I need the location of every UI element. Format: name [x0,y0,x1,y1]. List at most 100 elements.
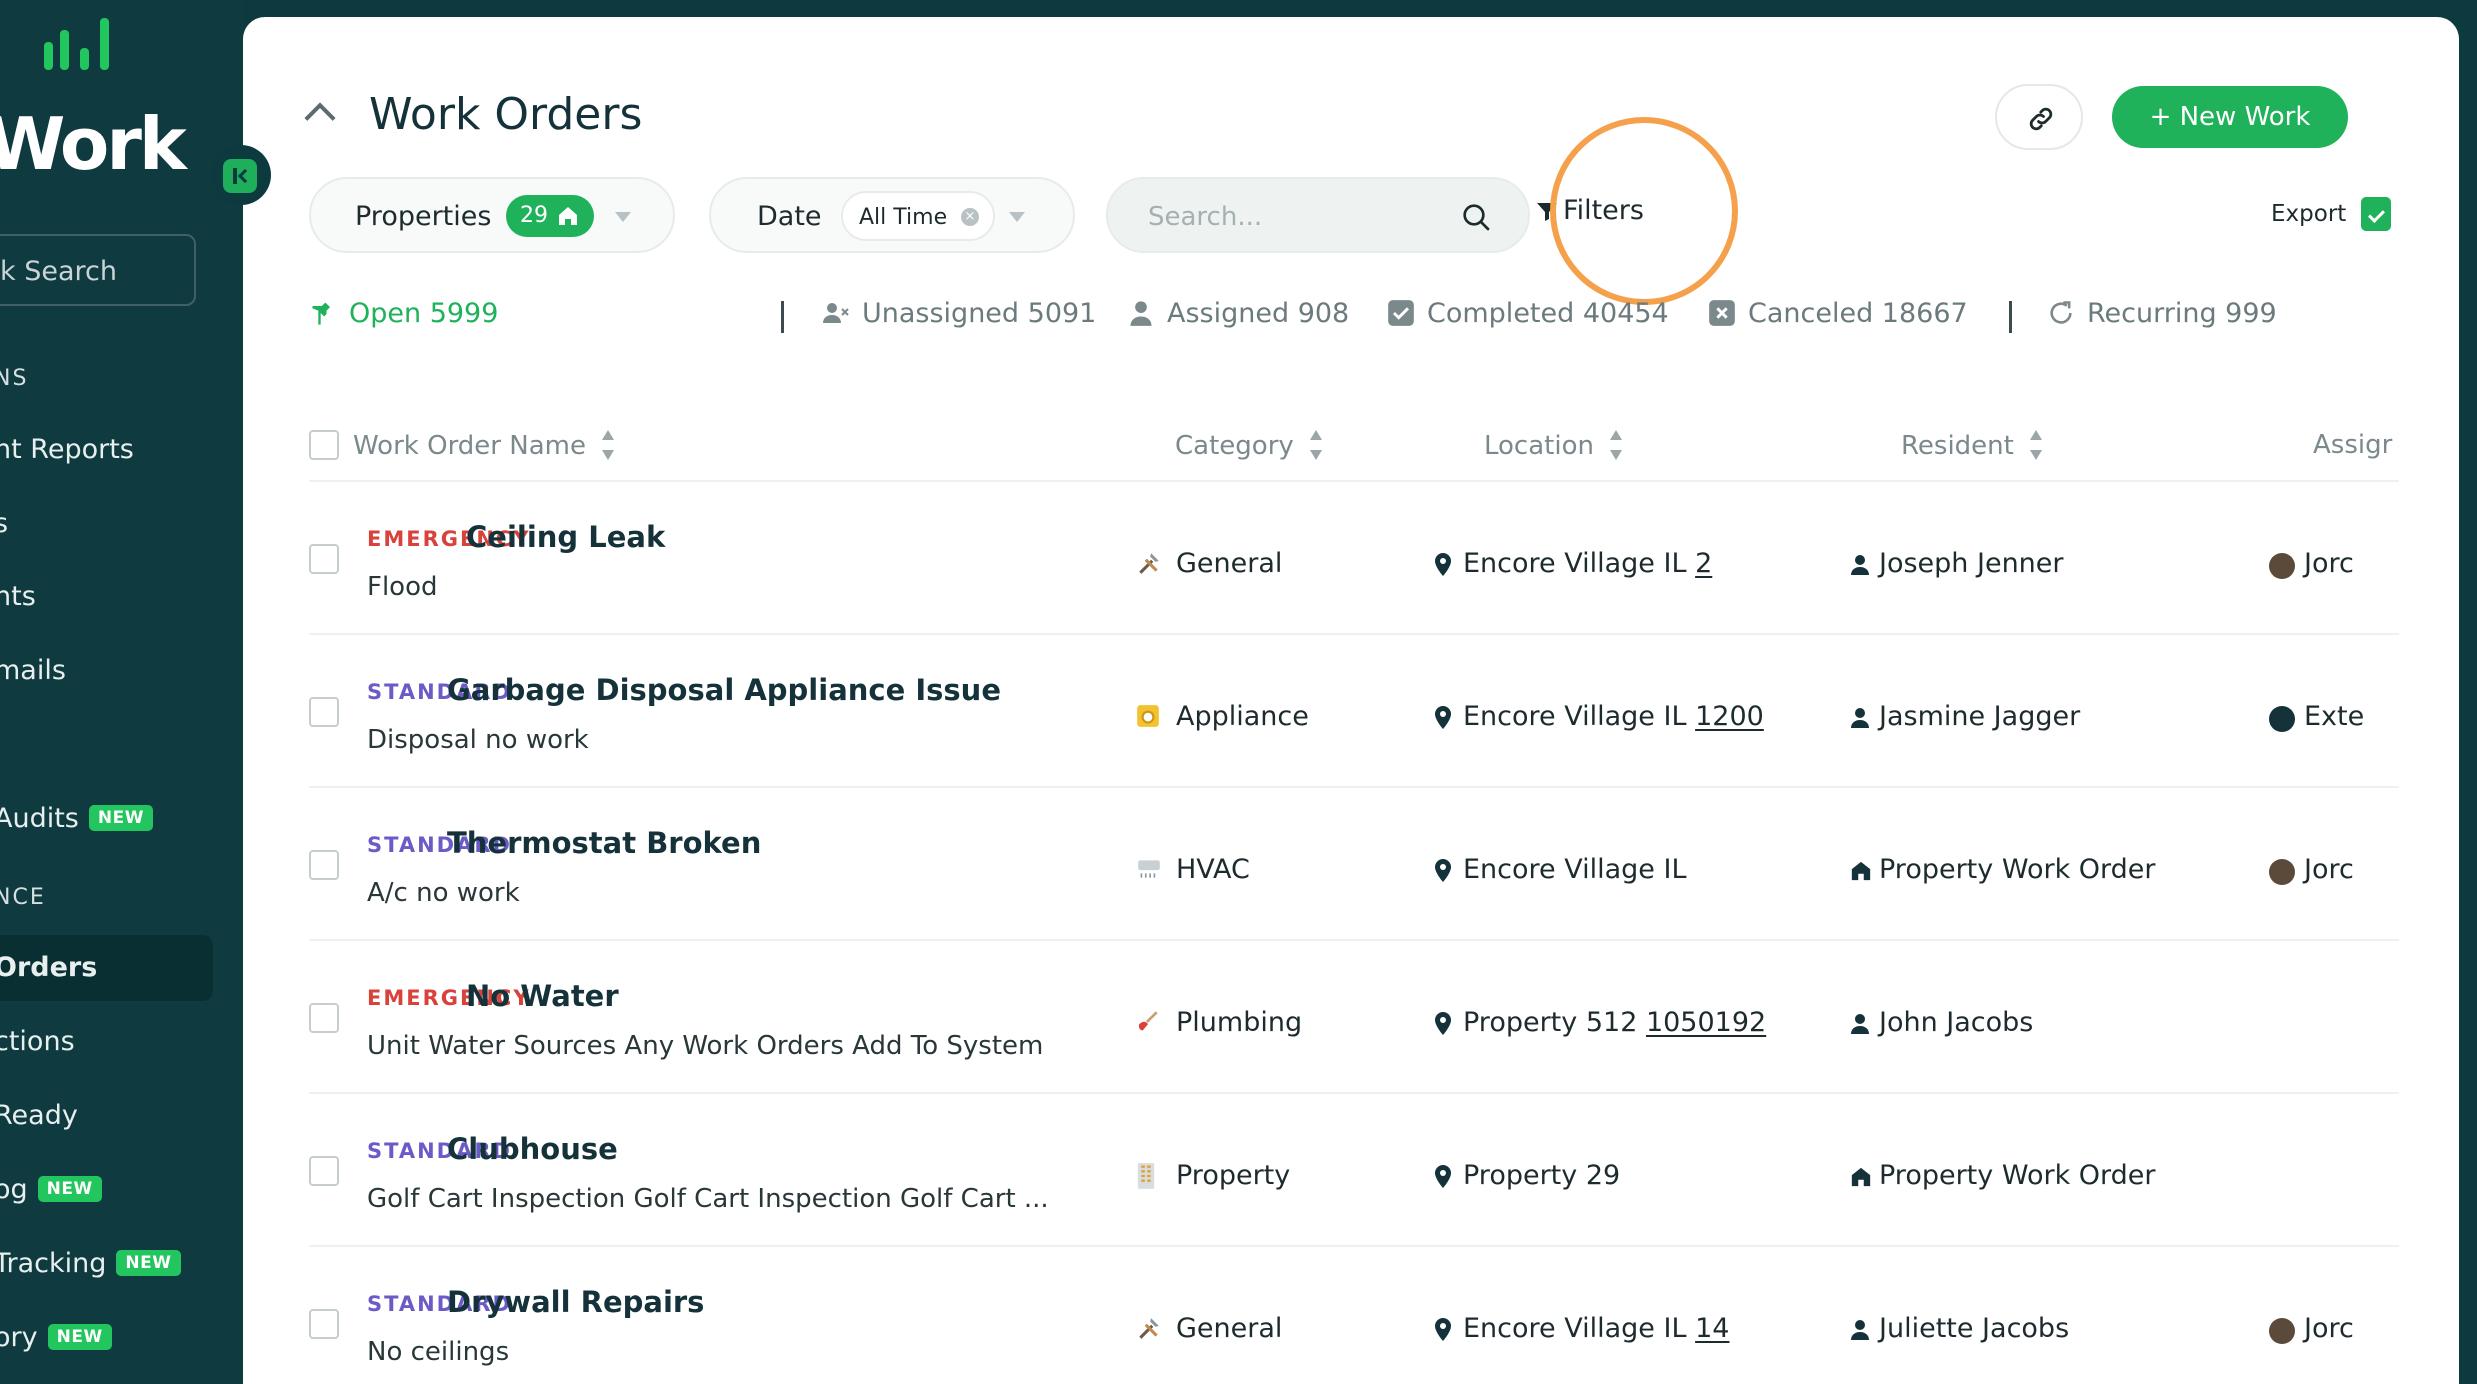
sidebar-item-tracking[interactable]: Tracking NEW [0,1248,181,1279]
date-filter[interactable]: Date All Time × [709,177,1075,253]
check-square-icon [1388,300,1414,326]
unit-link[interactable]: 1200 [1695,701,1764,732]
work-order-name[interactable]: Drywall Repairs [447,1285,704,1319]
work-order-name[interactable]: Clubhouse [447,1132,618,1166]
resident-cell: Jasmine Jagger [1851,701,2080,732]
column-header-resident[interactable]: Resident [1901,430,2042,461]
avatar [2269,706,2295,732]
sidebar-section: NCE [0,885,46,910]
sidebar-item-audits[interactable]: Audits NEW [0,803,153,834]
work-order-name[interactable]: Garbage Disposal Appliance Issue [447,673,1001,707]
row-checkbox[interactable] [309,1003,339,1033]
sidebar-item-inspections[interactable]: ctions [0,1026,75,1057]
table-row[interactable]: STANDARD Drywall Repairs No ceilings Gen… [309,1247,2399,1384]
tab-completed[interactable]: Completed 40454 [1387,298,1669,329]
tab-unassigned[interactable]: Unassigned 5091 [822,298,1096,329]
work-order-name[interactable]: Ceiling Leak [466,520,665,554]
map-pin-icon [1435,1012,1451,1035]
location-name: Encore Village IL [1463,854,1687,885]
person-icon [1850,705,1870,736]
user-icon [1130,301,1152,326]
tab-open[interactable]: Open 5999 [309,298,498,329]
resident-name[interactable]: Juliette Jacobs [1879,1313,2069,1344]
tab-recurring[interactable]: Recurring 999 [2047,298,2277,329]
sidebar-collapse-button[interactable] [211,145,271,205]
properties-filter[interactable]: Properties 29 [309,177,675,253]
row-checkbox[interactable] [309,1156,339,1186]
work-order-name[interactable]: No Water [466,979,619,1013]
table-row[interactable]: EMERGENCY Ceiling Leak Flood General Enc… [309,482,2399,635]
sidebar-item-make-ready[interactable]: Ready [0,1100,78,1131]
sidebar-item-emails[interactable]: mails [0,655,66,686]
column-header-assignee[interactable]: Assigr [2313,430,2399,460]
location-cell: Encore Village IL 14 [1435,1313,1729,1344]
sidebar-item-inventory[interactable]: ory NEW [0,1322,112,1353]
sidebar-item-log[interactable]: og NEW [0,1174,102,1205]
resident-name[interactable]: Property Work Order [1879,1160,2156,1191]
map-pin-icon [1435,553,1451,576]
row-checkbox[interactable] [309,697,339,727]
table-row[interactable]: EMERGENCY No Water Unit Water Sources An… [309,941,2399,1094]
resident-name[interactable]: Property Work Order [1879,854,2156,885]
unit-link[interactable]: 2 [1695,548,1712,579]
column-header-location[interactable]: Location [1484,430,1622,461]
unit-link[interactable]: 14 [1695,1313,1729,1344]
person-icon [1850,552,1870,583]
category-label: General [1176,1313,1283,1344]
sidebar-item-s[interactable]: s [0,508,8,539]
search-input[interactable] [1148,199,1448,235]
search-icon[interactable] [1460,201,1492,233]
column-header-name[interactable]: Work Order Name [353,430,614,461]
sidebar-item-label: Tracking [0,1248,107,1279]
sort-icon [601,430,614,460]
chevron-up-icon[interactable] [304,102,336,134]
chevron-down-icon [1009,212,1025,222]
column-label: Resident [1901,431,2014,461]
search-box[interactable] [1106,177,1530,253]
export-icon[interactable] [2361,197,2391,231]
export-button[interactable]: Export [2271,201,2346,227]
assignee-name: Jorc [2304,854,2354,885]
tab-label: Completed 40454 [1427,298,1669,329]
date-value-chip[interactable]: All Time × [841,191,995,241]
user-x-icon [823,303,849,323]
plunger-icon [1135,1009,1161,1041]
tab-label: Unassigned 5091 [862,298,1097,329]
row-checkbox[interactable] [309,1309,339,1339]
logo: Work [0,102,187,186]
table-row[interactable]: STANDARD Clubhouse Golf Cart Inspection … [309,1094,2399,1247]
column-label: Location [1484,431,1594,461]
row-checkbox[interactable] [309,544,339,574]
copy-link-button[interactable] [1995,84,2083,150]
category-label: HVAC [1176,854,1250,885]
location-cell: Encore Village IL [1435,854,1687,885]
date-label: Date [757,201,822,232]
category-label: Plumbing [1176,1007,1303,1038]
row-checkbox[interactable] [309,850,339,880]
map-pin-icon [1435,859,1451,882]
resident-name[interactable]: Jasmine Jagger [1879,701,2080,732]
clear-icon[interactable]: × [961,208,979,226]
quick-search-input[interactable]: k Search [0,234,196,306]
sidebar-item-work-orders[interactable]: Orders [0,952,97,983]
hammer-icon [312,302,330,325]
category-label: General [1176,548,1283,579]
work-order-description: Golf Cart Inspection Golf Cart Inspectio… [367,1184,1049,1214]
work-order-name[interactable]: Thermostat Broken [447,826,761,860]
new-badge: NEW [37,1176,102,1202]
tab-canceled[interactable]: Canceled 18667 [1708,298,1968,329]
column-header-category[interactable]: Category [1175,430,1322,461]
resident-name[interactable]: Joseph Jenner [1879,548,2064,579]
map-pin-icon [1435,1165,1451,1188]
link-icon [2029,107,2053,131]
resident-name[interactable]: John Jacobs [1879,1007,2033,1038]
table-row[interactable]: STANDARD Thermostat Broken A/c no work H… [309,788,2399,941]
sidebar-item-incident-reports[interactable]: nt Reports [0,434,134,465]
unit-link[interactable]: 1050192 [1646,1007,1766,1038]
new-work-order-button[interactable]: + New Work Order [2112,86,2348,194]
main-panel: Work Orders + New Work Order Properties … [243,17,2459,1384]
tab-assigned[interactable]: Assigned 908 [1127,298,1349,329]
select-all-checkbox[interactable] [309,430,339,460]
sidebar-item-events[interactable]: nts [0,581,36,612]
table-row[interactable]: STANDARD Garbage Disposal Appliance Issu… [309,635,2399,788]
